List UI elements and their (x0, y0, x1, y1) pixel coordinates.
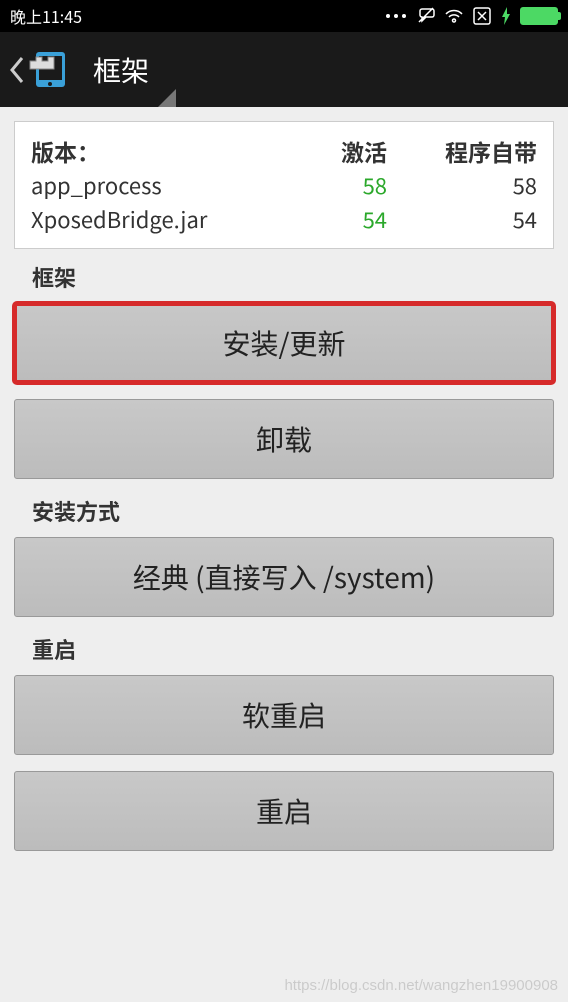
uninstall-button[interactable]: 卸载 (14, 399, 554, 479)
section-label-framework: 框架 (32, 261, 554, 293)
active-version: 58 (267, 168, 387, 202)
install-update-button[interactable]: 安装/更新 (14, 303, 554, 383)
battery-icon (520, 7, 558, 25)
version-label: 版本： (31, 134, 267, 168)
status-icons (384, 6, 558, 26)
reboot-button[interactable]: 重启 (14, 771, 554, 851)
page-title[interactable]: 框架 (93, 50, 149, 90)
soft-reboot-button[interactable]: 软重启 (14, 675, 554, 755)
section-label-install-mode: 安装方式 (32, 495, 554, 527)
active-version: 54 (267, 202, 387, 236)
more-icon (384, 11, 408, 21)
app-icon (28, 47, 73, 92)
active-label: 激活 (267, 134, 387, 168)
content-area: 版本： 激活 程序自带 app_process 58 58 XposedBrid… (0, 107, 568, 881)
action-bar: 框架 (0, 32, 568, 107)
watermark: https://blog.csdn.net/wangzhen19900908 (284, 977, 558, 994)
vibrate-icon (416, 6, 436, 26)
close-box-icon (472, 6, 492, 26)
component-name: XposedBridge.jar (31, 202, 267, 236)
charging-icon (500, 7, 512, 25)
section-label-reboot: 重启 (32, 633, 554, 665)
version-card: 版本： 激活 程序自带 app_process 58 58 XposedBrid… (14, 121, 554, 249)
component-name: app_process (31, 168, 267, 202)
back-button[interactable] (8, 55, 26, 85)
bundled-version: 58 (387, 168, 537, 202)
bundled-label: 程序自带 (387, 134, 537, 168)
bundled-version: 54 (387, 202, 537, 236)
dropdown-indicator-icon (158, 89, 176, 107)
status-time: 晚上11:45 (10, 4, 82, 28)
status-bar: 晚上11:45 (0, 0, 568, 32)
wifi-icon (444, 8, 464, 24)
version-header-row: 版本： 激活 程序自带 (31, 134, 537, 168)
install-mode-button[interactable]: 经典 (直接写入 /system) (14, 537, 554, 617)
version-row: app_process 58 58 (31, 168, 537, 202)
version-row: XposedBridge.jar 54 54 (31, 202, 537, 236)
